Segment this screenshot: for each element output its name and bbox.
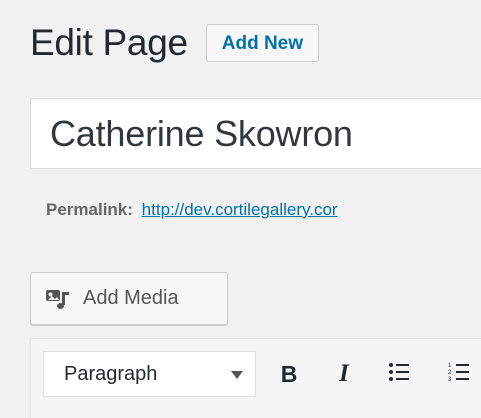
page-title: Edit Page xyxy=(30,22,188,63)
title-input-value[interactable]: Catherine Skowron xyxy=(50,112,353,156)
permalink-link[interactable]: http://dev.cortilegallery.cor xyxy=(142,200,338,219)
title-field[interactable]: Catherine Skowron xyxy=(30,98,481,169)
chevron-down-icon xyxy=(231,371,243,379)
permalink-label: Permalink: xyxy=(46,200,133,219)
media-icon xyxy=(45,286,71,312)
permalink: Permalink: http://dev.cortilegallery.cor xyxy=(46,200,338,220)
editor-toolbar: Paragraph B I 1 2 3 xyxy=(30,338,481,418)
add-media-button[interactable]: Add Media xyxy=(30,272,228,325)
bold-button[interactable]: B xyxy=(271,354,307,394)
format-select[interactable]: Paragraph xyxy=(43,351,256,397)
italic-icon: I xyxy=(339,360,349,387)
numbered-list-icon: 1 2 3 xyxy=(448,361,470,388)
page-header: Edit Page Add New xyxy=(30,18,320,68)
add-media-label: Add Media xyxy=(83,287,179,309)
italic-button[interactable]: I xyxy=(326,354,362,394)
bold-icon: B xyxy=(280,360,298,387)
format-select-value: Paragraph xyxy=(64,362,158,385)
svg-text:2: 2 xyxy=(448,370,452,376)
numbered-list-button[interactable]: 1 2 3 xyxy=(441,354,477,394)
svg-text:1: 1 xyxy=(448,363,452,369)
svg-text:3: 3 xyxy=(448,377,452,383)
bulleted-list-button[interactable] xyxy=(381,354,417,394)
add-new-button[interactable]: Add New xyxy=(205,24,320,62)
bulleted-list-icon xyxy=(388,361,410,388)
